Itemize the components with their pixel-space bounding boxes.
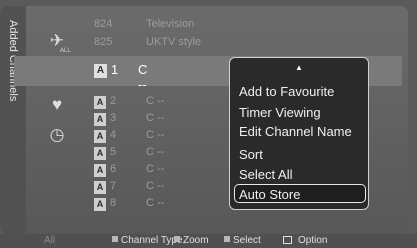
antenna-badge: A [94, 164, 106, 177]
channel-name: Television [146, 18, 195, 30]
footer-zoom[interactable]: Zoom [174, 235, 209, 246]
channel-name: C -- [146, 163, 165, 175]
all-channels-icon[interactable]: ✈ ALL [44, 30, 71, 54]
channel-number: 2 [110, 95, 117, 107]
square-icon [112, 236, 118, 242]
scroll-up-icon[interactable]: ▲ [230, 63, 368, 72]
side-tab[interactable]: Added Channels [0, 6, 26, 234]
channel-number: 825 [94, 36, 113, 48]
antenna-badge: A [94, 198, 106, 211]
channel-number: 8 [110, 197, 117, 209]
channel-name: C -- [146, 146, 165, 158]
channel-number: 824 [94, 18, 113, 30]
favourite-heart-icon[interactable]: ♥ [44, 94, 70, 116]
channel-number: 6 [110, 163, 117, 175]
footer-channel-type[interactable]: Channel Type [112, 235, 183, 246]
footer-select[interactable]: Select [224, 235, 261, 246]
channel-name: C -- [146, 180, 165, 192]
square-icon [174, 236, 180, 242]
antenna-badge: A [94, 147, 106, 160]
menu-item-select-all[interactable]: Select All [236, 165, 364, 184]
antenna-badge: A [94, 96, 106, 109]
square-icon [224, 236, 230, 242]
menu-item-timer-viewing[interactable]: Timer Viewing [236, 103, 364, 122]
menu-item-auto-store[interactable]: Auto Store [234, 184, 366, 203]
menu-item-sort[interactable]: Sort [236, 145, 364, 164]
options-popup-menu: ▲ Add to Favourite Timer Viewing Edit Ch… [229, 57, 369, 210]
menu-item-add-to-favourite[interactable]: Add to Favourite [236, 82, 364, 101]
channel-name: C -- [146, 197, 165, 209]
antenna-badge: A [94, 181, 106, 194]
channel-number: 7 [110, 180, 117, 192]
channel-number: 5 [110, 146, 117, 158]
footer-all[interactable]: All [44, 235, 55, 246]
tools-icon [283, 236, 292, 244]
antenna-badge: A [94, 130, 106, 143]
footer-help-bar: All Channel Type Zoom Select Option [0, 234, 417, 248]
antenna-badge: A [94, 64, 107, 78]
channel-name: C -- [146, 129, 165, 141]
timer-icon[interactable]: ◷ [44, 124, 70, 146]
channel-name: C -- [146, 112, 165, 124]
footer-option[interactable]: Option [283, 235, 327, 246]
category-icons: ✈ALL ✚ ♥ ◷ [44, 28, 74, 168]
menu-item-edit-channel-name[interactable]: Edit Channel Name [236, 122, 364, 141]
channel-name: C -- [138, 62, 148, 92]
channel-name: UKTV style [146, 36, 202, 48]
channel-number: 4 [110, 129, 117, 141]
antenna-badge: A [94, 113, 106, 126]
channel-number: 3 [110, 112, 117, 124]
channel-number: 1 [111, 62, 119, 77]
channel-name: C -- [146, 95, 165, 107]
